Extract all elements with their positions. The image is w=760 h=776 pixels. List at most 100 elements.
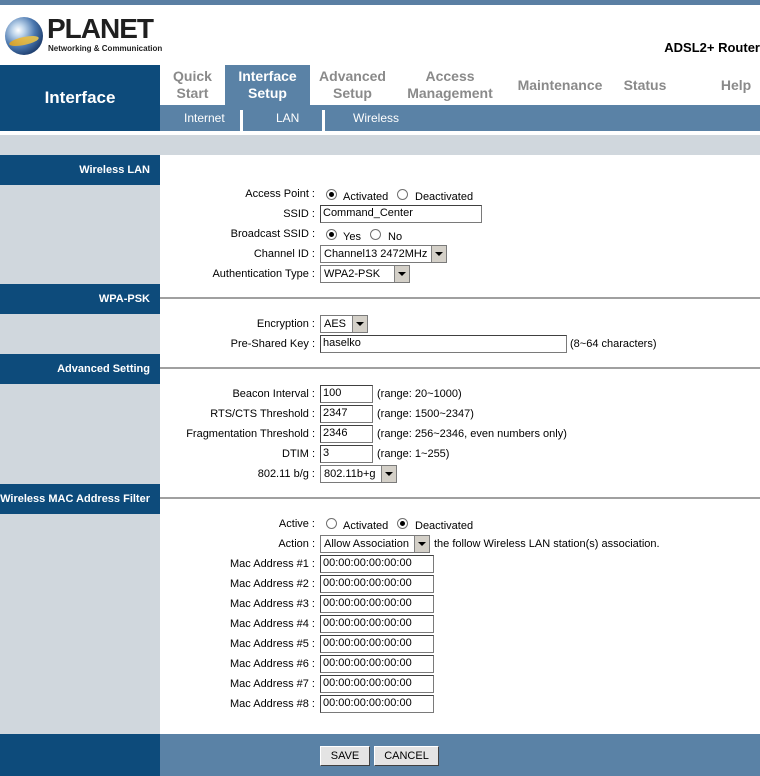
logo-tagline: Networking & Communication <box>48 44 163 53</box>
filter-active-label: Active : <box>278 518 315 530</box>
mode-select[interactable]: 802.11b+g <box>320 465 397 483</box>
subtab-internet[interactable]: Internet <box>184 105 225 131</box>
chevron-down-icon <box>381 466 396 482</box>
psk-label: Pre-Shared Key : <box>230 338 315 350</box>
subtab-divider <box>322 110 325 131</box>
mac-address-input[interactable]: 00:00:00:00:00:00 <box>320 655 434 673</box>
section-header-wireless-lan: Wireless LAN <box>0 155 160 185</box>
section-divider <box>160 497 760 499</box>
auth-type-label: Authentication Type : <box>212 268 315 280</box>
psk-input[interactable]: haselko <box>320 335 567 353</box>
rts-threshold-input[interactable]: 2347 <box>320 405 373 423</box>
ssid-input[interactable]: Command_Center <box>320 205 482 223</box>
globe-icon <box>5 17 43 55</box>
save-button[interactable]: SAVE <box>320 746 370 766</box>
cancel-button[interactable]: CANCEL <box>374 746 439 766</box>
mac-address-input[interactable]: 00:00:00:00:00:00 <box>320 595 434 613</box>
chevron-down-icon <box>352 316 367 332</box>
mac-address-label: Mac Address #3 : <box>230 598 315 610</box>
footer-left <box>0 734 160 776</box>
channel-id-select[interactable]: Channel13 2472MHz <box>320 245 447 263</box>
access-point-activated-radio[interactable] <box>326 189 337 200</box>
tab-status[interactable]: Status <box>615 65 675 105</box>
broadcast-no-radio[interactable] <box>370 229 381 240</box>
subtab-wireless[interactable]: Wireless <box>353 105 399 131</box>
beacon-interval-label: Beacon Interval : <box>232 388 315 400</box>
tab-label: Quick <box>173 68 212 84</box>
footer-bar <box>160 734 760 776</box>
filter-deactivated-radio[interactable] <box>397 518 408 529</box>
section-header-wpa-psk: WPA-PSK <box>0 284 160 314</box>
channel-id-label: Channel ID : <box>253 248 315 260</box>
frag-threshold-hint: (range: 256~2346, even numbers only) <box>377 428 567 440</box>
access-point-label: Access Point : <box>245 188 315 200</box>
subtab-lan[interactable]: LAN <box>276 105 299 131</box>
select-value: AES <box>324 318 347 330</box>
tab-label: Management <box>407 85 493 101</box>
ssid-label: SSID : <box>283 208 315 220</box>
subtab-divider <box>240 110 243 131</box>
mac-address-label: Mac Address #5 : <box>230 638 315 650</box>
tab-interface-setup[interactable]: Interface Setup <box>225 65 310 105</box>
brand-header: PLANET Networking & Communication ADSL2+… <box>0 5 760 65</box>
sub-navigation <box>160 105 760 131</box>
tab-access-management[interactable]: Access Management <box>400 65 500 105</box>
select-value: Channel13 2472MHz <box>324 248 428 260</box>
product-name: ADSL2+ Router <box>664 40 760 55</box>
mac-address-label: Mac Address #7 : <box>230 678 315 690</box>
tab-quick-start[interactable]: Quick Start <box>160 65 225 105</box>
mac-address-label: Mac Address #4 : <box>230 618 315 630</box>
encryption-select[interactable]: AES <box>320 315 368 333</box>
content-spacer <box>0 135 760 155</box>
psk-hint: (8~64 characters) <box>570 338 657 350</box>
chevron-down-icon <box>414 536 429 552</box>
mac-address-label: Mac Address #8 : <box>230 698 315 710</box>
section-header-advanced: Advanced Setting <box>0 354 160 384</box>
section-divider <box>160 297 760 299</box>
tab-label: Access <box>425 68 475 84</box>
no-label: No <box>388 231 403 243</box>
frag-threshold-input[interactable]: 2346 <box>320 425 373 443</box>
deactivated-label: Deactivated <box>415 520 474 532</box>
broadcast-ssid-label: Broadcast SSID : <box>230 228 315 240</box>
tab-help[interactable]: Help <box>712 65 760 105</box>
tab-advanced-setup[interactable]: Advanced Setup <box>310 65 395 105</box>
mode-label: 802.11 b/g : <box>257 468 315 480</box>
broadcast-yes-radio[interactable] <box>326 229 337 240</box>
auth-type-select[interactable]: WPA2-PSK <box>320 265 410 283</box>
section-header-mac-filter: Wireless MAC Address Filter <box>0 484 160 514</box>
mac-address-input[interactable]: 00:00:00:00:00:00 <box>320 675 434 693</box>
dtim-hint: (range: 1~255) <box>377 448 450 460</box>
mac-address-input[interactable]: 00:00:00:00:00:00 <box>320 575 434 593</box>
section-divider <box>160 367 760 369</box>
left-sidebar <box>0 155 160 734</box>
dtim-input[interactable]: 3 <box>320 445 373 463</box>
tab-label: Interface <box>238 68 297 84</box>
activated-label: Activated <box>343 191 389 203</box>
tab-label: Maintenance <box>517 76 603 93</box>
filter-action-select[interactable]: Allow Association <box>320 535 430 553</box>
tab-maintenance[interactable]: Maintenance <box>510 65 610 105</box>
mac-address-label: Mac Address #6 : <box>230 658 315 670</box>
mac-address-label: Mac Address #2 : <box>230 578 315 590</box>
access-point-deactivated-radio[interactable] <box>397 189 408 200</box>
mac-address-input[interactable]: 00:00:00:00:00:00 <box>320 555 434 573</box>
mac-address-label: Mac Address #1 : <box>230 558 315 570</box>
mac-address-input[interactable]: 00:00:00:00:00:00 <box>320 635 434 653</box>
filter-activated-radio[interactable] <box>326 518 337 529</box>
select-value: 802.11b+g <box>324 468 376 480</box>
frag-threshold-label: Fragmentation Threshold : <box>186 428 315 440</box>
tab-label: Start <box>176 85 209 101</box>
planet-logo: PLANET Networking & Communication <box>5 13 165 63</box>
deactivated-label: Deactivated <box>415 191 474 203</box>
beacon-interval-input[interactable]: 100 <box>320 385 373 403</box>
dtim-label: DTIM : <box>282 448 315 460</box>
rts-threshold-label: RTS/CTS Threshold : <box>210 408 315 420</box>
filter-action-label: Action : <box>278 538 315 550</box>
mac-address-input[interactable]: 00:00:00:00:00:00 <box>320 695 434 713</box>
select-value: Allow Association <box>324 538 409 550</box>
chevron-down-icon <box>394 266 409 282</box>
mac-address-input[interactable]: 00:00:00:00:00:00 <box>320 615 434 633</box>
select-value: WPA2-PSK <box>324 268 381 280</box>
rts-threshold-hint: (range: 1500~2347) <box>377 408 474 420</box>
